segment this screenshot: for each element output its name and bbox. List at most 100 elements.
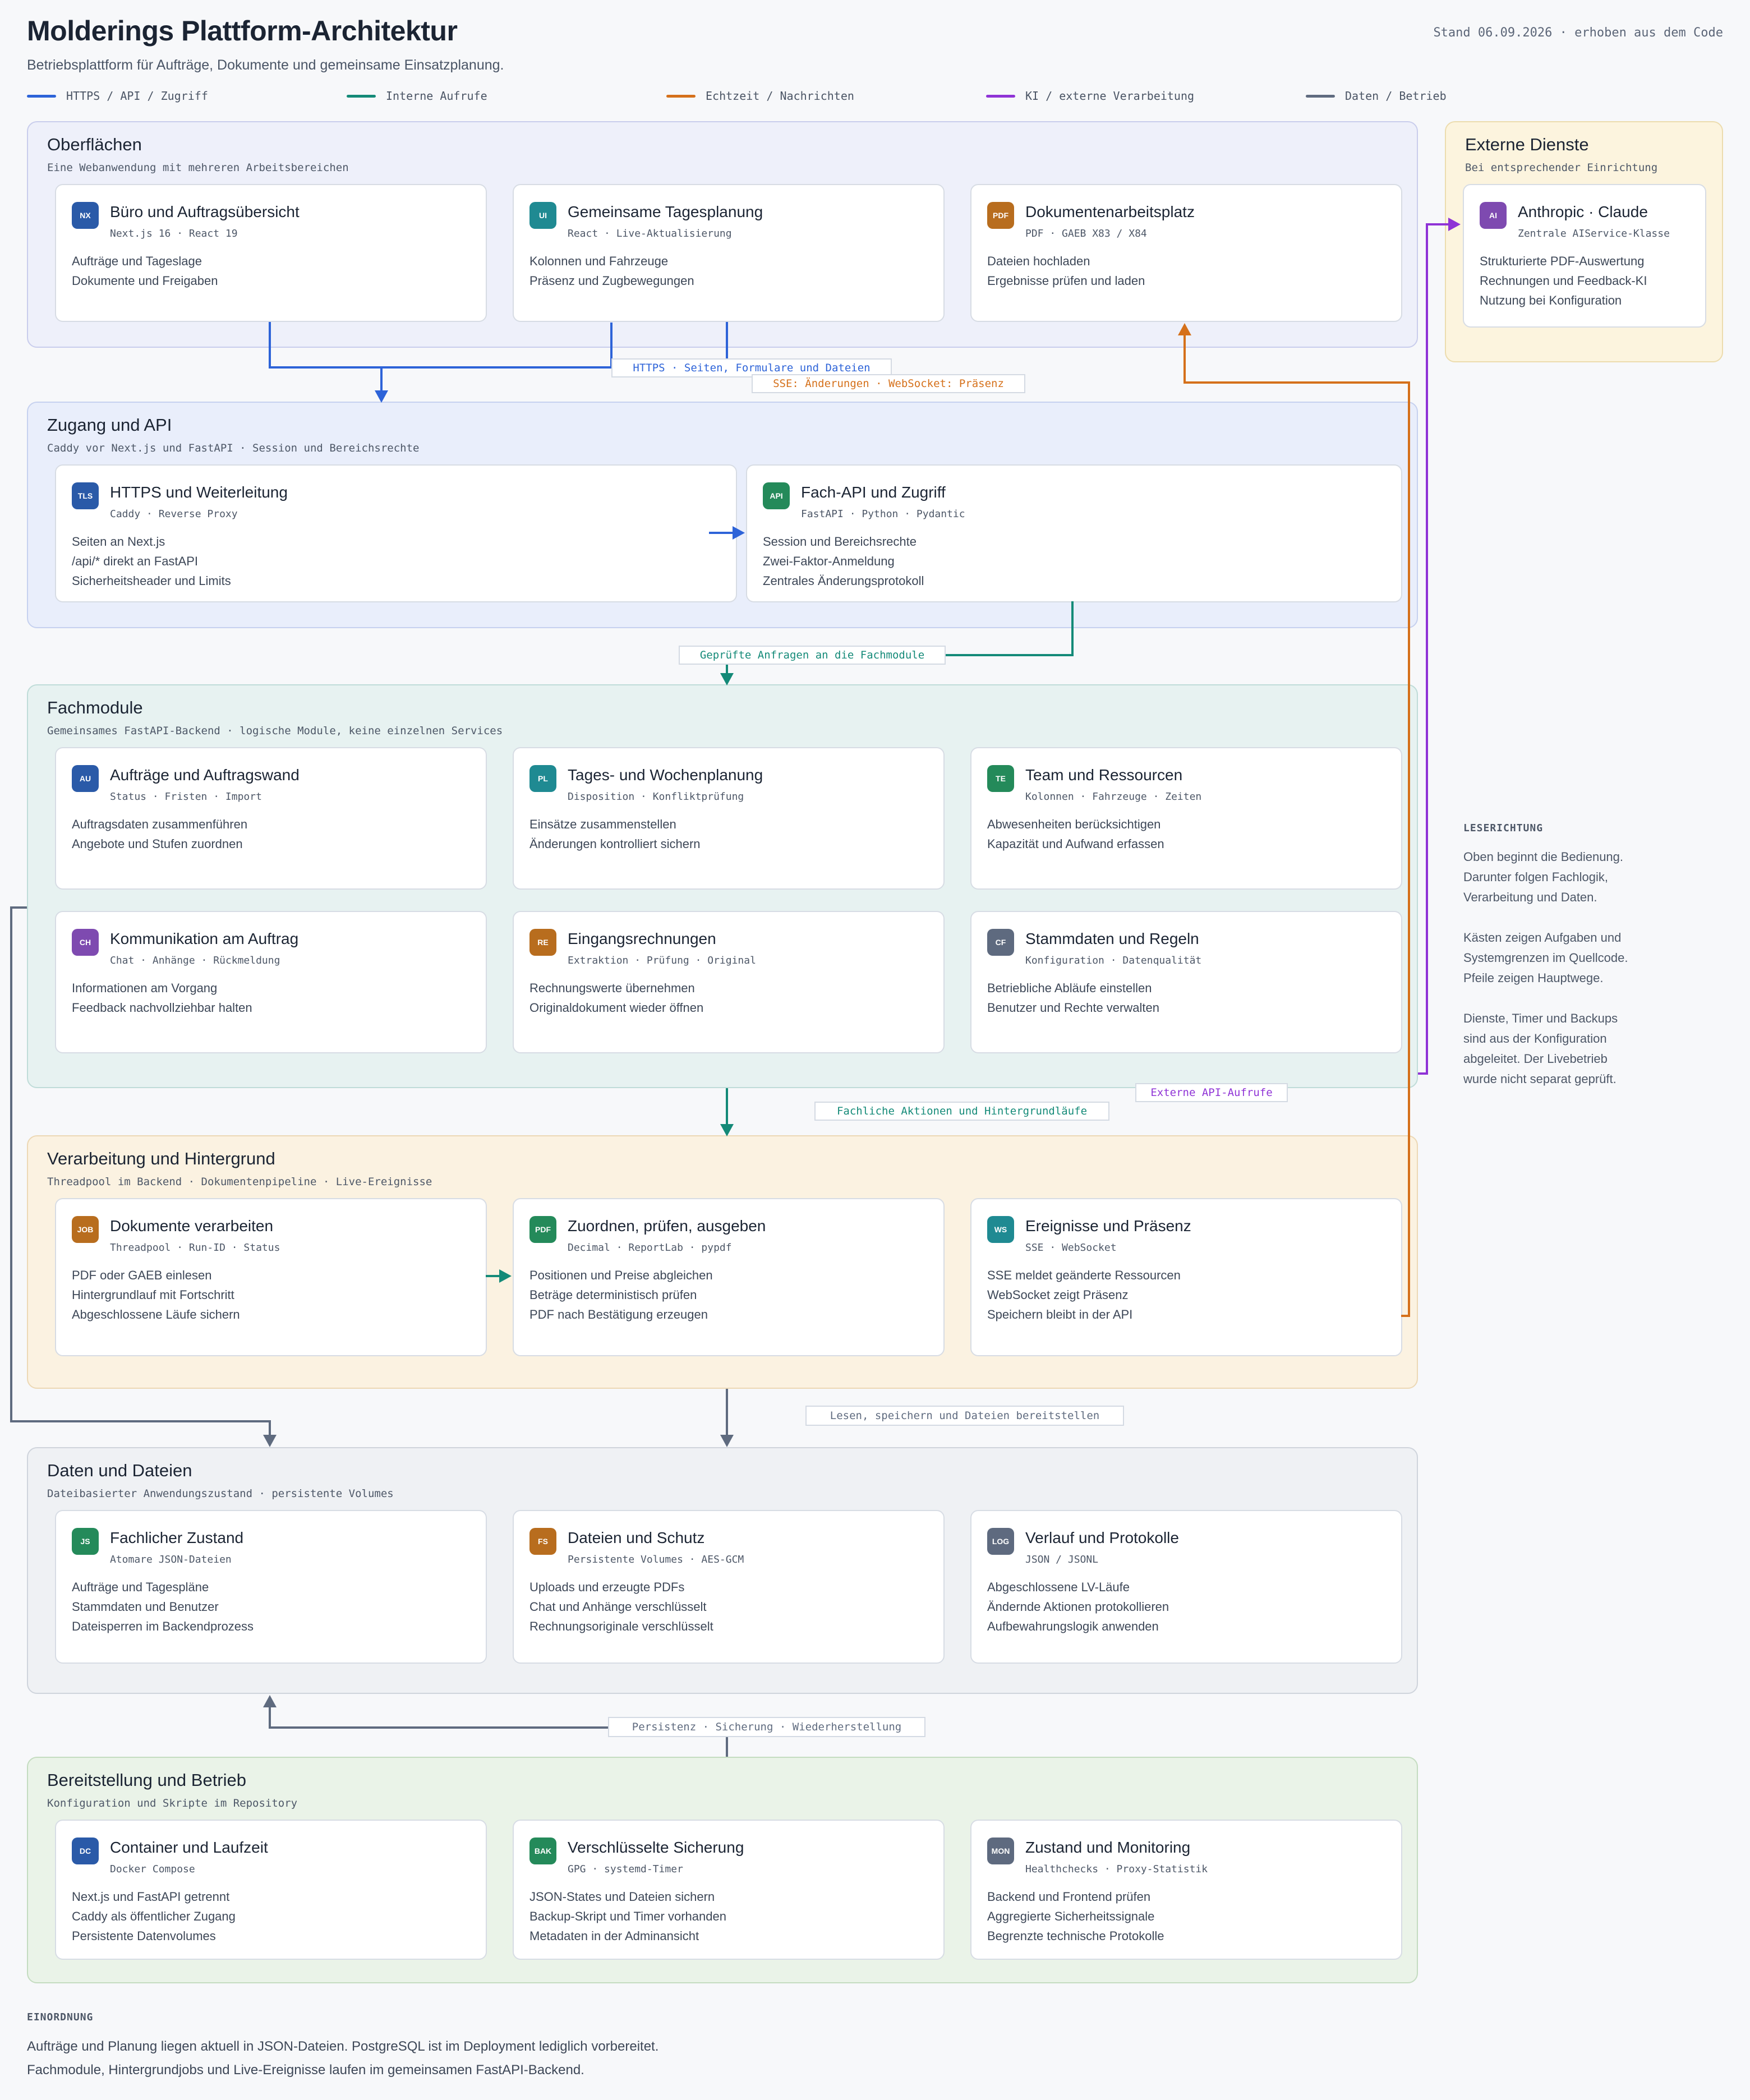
legend-label: Daten / Betrieb	[1345, 89, 1447, 103]
section-title: Oberflächen	[47, 135, 142, 154]
card-tech: Konfiguration · Datenqualität	[1025, 955, 1202, 966]
card-line: Stammdaten und Benutzer	[72, 1600, 219, 1614]
legend-label: Interne Aufrufe	[386, 89, 487, 103]
footer-line: Fachmodule, Hintergrundjobs und Live-Ere…	[27, 2062, 584, 2078]
side-note-paragraph: Oben beginnt die Bedienung. Darunter fol…	[1463, 847, 1699, 908]
te-badge-icon: TE	[987, 765, 1014, 792]
arrowhead-verarb-daten	[720, 1435, 734, 1447]
card-tagesplanung: UI Gemeinsame Tagesplanung React · Live-…	[513, 184, 945, 322]
section-subtitle: Konfiguration und Skripte im Repository	[47, 1797, 298, 1809]
card-stammdaten: CF Stammdaten und Regeln Konfiguration ·…	[970, 911, 1402, 1053]
card-line: Änderungen kontrolliert sichern	[529, 837, 701, 851]
card-title: Verschlüsselte Sicherung	[568, 1839, 744, 1856]
card-dateien-schutz: FS Dateien und Schutz Persistente Volume…	[513, 1510, 945, 1664]
card-tech: Threadpool · Run-ID · Status	[110, 1242, 280, 1254]
side-note-line: Darunter folgen Fachlogik,	[1463, 870, 1609, 884]
card-line: Einsätze zusammenstellen	[529, 817, 676, 831]
arrowhead-fach-verarb	[720, 1124, 734, 1136]
card-line: Ergebnisse prüfen und laden	[987, 274, 1145, 288]
legend-line-daten	[1306, 94, 1335, 98]
card-container: DC Container und Laufzeit Docker Compose…	[55, 1820, 487, 1960]
card-line: Rechnungsoriginale verschlüsselt	[529, 1619, 713, 1633]
card-tech: Healthchecks · Proxy-Statistik	[1025, 1863, 1208, 1875]
card-line: Originaldokument wieder öffnen	[529, 1001, 704, 1015]
footer-text: Aufträge und Planung liegen aktuell in J…	[27, 2035, 658, 2082]
arrow-external-api	[1418, 223, 1448, 1075]
card-line: Dokumente und Freigaben	[72, 274, 218, 288]
section-title: Daten und Dateien	[47, 1461, 192, 1480]
legend-item-ki: KI / externe Verarbeitung	[986, 89, 1194, 103]
card-team: TE Team und Ressourcen Kolonnen · Fahrze…	[970, 747, 1402, 890]
side-note-line: Verarbeitung und Daten.	[1463, 890, 1597, 904]
side-note-line: Oben beginnt die Bedienung.	[1463, 850, 1624, 864]
card-tech: Persistente Volumes · AES-GCM	[568, 1554, 744, 1565]
card-line: Backup-Skript und Timer vorhanden	[529, 1909, 726, 1923]
arrowhead-https	[375, 390, 388, 403]
edge-label-sse: SSE: Änderungen · WebSocket: Präsenz	[752, 374, 1025, 393]
card-auftraege: AU Aufträge und Auftragswand Status · Fr…	[55, 747, 487, 890]
card-line: WebSocket zeigt Präsenz	[987, 1288, 1129, 1302]
card-lines: Positionen und Preise abgleichen Beträge…	[529, 1265, 713, 1324]
arrowhead-fach-daten	[263, 1435, 277, 1447]
section-subtitle: Caddy vor Next.js und FastAPI · Session …	[47, 442, 420, 454]
card-monitoring: MON Zustand und Monitoring Healthchecks …	[970, 1820, 1402, 1960]
card-lines: Rechnungswerte übernehmen Originaldokume…	[529, 978, 703, 1017]
card-line: Aggregierte Sicherheitssignale	[987, 1909, 1155, 1923]
section-daten: Daten und Dateien Dateibasierter Anwendu…	[27, 1447, 1418, 1694]
job-badge-icon: JOB	[72, 1216, 99, 1243]
cf-badge-icon: CF	[987, 929, 1014, 956]
card-line: Sicherheitsheader und Limits	[72, 574, 231, 588]
section-subtitle: Eine Webanwendung mit mehreren Arbeitsbe…	[47, 162, 349, 174]
card-line: Nutzung bei Konfiguration	[1480, 293, 1622, 307]
card-tech: FastAPI · Python · Pydantic	[801, 508, 965, 520]
js-badge-icon: JS	[72, 1528, 99, 1555]
card-line: Strukturierte PDF-Auswertung	[1480, 254, 1645, 268]
side-note-line: Dienste, Timer und Backups	[1463, 1011, 1618, 1025]
ws-badge-icon: WS	[987, 1216, 1014, 1243]
card-fach-api: API Fach-API und Zugriff FastAPI · Pytho…	[746, 464, 1402, 602]
card-tech: GPG · systemd-Timer	[568, 1863, 683, 1875]
section-title: Zugang und API	[47, 415, 172, 435]
card-verlauf-protokolle: LOG Verlauf und Protokolle JSON / JSONL …	[970, 1510, 1402, 1664]
section-verarbeitung: Verarbeitung und Hintergrund Threadpool …	[27, 1135, 1418, 1389]
card-title: Tages- und Wochenplanung	[568, 766, 763, 784]
card-title: Team und Ressourcen	[1025, 766, 1183, 784]
card-line: Seiten an Next.js	[72, 535, 165, 549]
edge-label-fachliche: Fachliche Aktionen und Hintergrundläufe	[814, 1102, 1109, 1121]
card-line: Informationen am Vorgang	[72, 981, 218, 995]
card-lines: Abwesenheiten berücksichtigen Kapazität …	[987, 814, 1164, 854]
card-zuordnen: PDF Zuordnen, prüfen, ausgeben Decimal ·…	[513, 1198, 945, 1356]
card-title: Stammdaten und Regeln	[1025, 930, 1199, 947]
card-line: Benutzer und Rechte verwalten	[987, 1001, 1159, 1015]
side-note-line: sind aus der Konfiguration	[1463, 1031, 1607, 1046]
card-title: Anthropic · Claude	[1518, 203, 1648, 220]
nx-badge-icon: NX	[72, 202, 99, 229]
section-oberflaechen: Oberflächen Eine Webanwendung mit mehrer…	[27, 121, 1418, 348]
card-fachlicher-zustand: JS Fachlicher Zustand Atomare JSON-Datei…	[55, 1510, 487, 1664]
ai-badge-icon: AI	[1480, 202, 1507, 229]
card-line: Angebote und Stufen zuordnen	[72, 837, 243, 851]
card-tech: SSE · WebSocket	[1025, 1242, 1117, 1254]
card-line: PDF oder GAEB einlesen	[72, 1268, 212, 1282]
arrowhead-betrieb-daten	[263, 1695, 277, 1707]
card-tech: Disposition · Konfliktprüfung	[568, 791, 744, 803]
card-title: Gemeinsame Tagesplanung	[568, 203, 763, 220]
card-lines: JSON-States und Dateien sichern Backup-S…	[529, 1887, 726, 1946]
card-line: Betriebliche Abläufe einstellen	[987, 981, 1152, 995]
section-title: Bereitstellung und Betrieb	[47, 1770, 247, 1790]
card-line: Rechnungen und Feedback-KI	[1480, 274, 1647, 288]
card-ereignisse: WS Ereignisse und Präsenz SSE · WebSocke…	[970, 1198, 1402, 1356]
card-tech: Kolonnen · Fahrzeuge · Zeiten	[1025, 791, 1202, 803]
card-tech: React · Live-Aktualisierung	[568, 228, 732, 240]
card-lines: Aufträge und Tagespläne Stammdaten und B…	[72, 1577, 254, 1636]
bak-badge-icon: BAK	[529, 1838, 556, 1864]
card-line: Speichern bleibt in der API	[987, 1307, 1133, 1321]
pl-badge-icon: PL	[529, 765, 556, 792]
legend-item-daten: Daten / Betrieb	[1306, 89, 1447, 103]
card-dokumente-verarbeiten: JOB Dokumente verarbeiten Threadpool · R…	[55, 1198, 487, 1356]
api-badge-icon: API	[763, 482, 790, 509]
card-lines: SSE meldet geänderte Ressourcen WebSocke…	[987, 1265, 1181, 1324]
ch-badge-icon: CH	[72, 929, 99, 956]
side-note-line: Kästen zeigen Aufgaben und	[1463, 931, 1622, 945]
card-title: Dateien und Schutz	[568, 1529, 705, 1546]
